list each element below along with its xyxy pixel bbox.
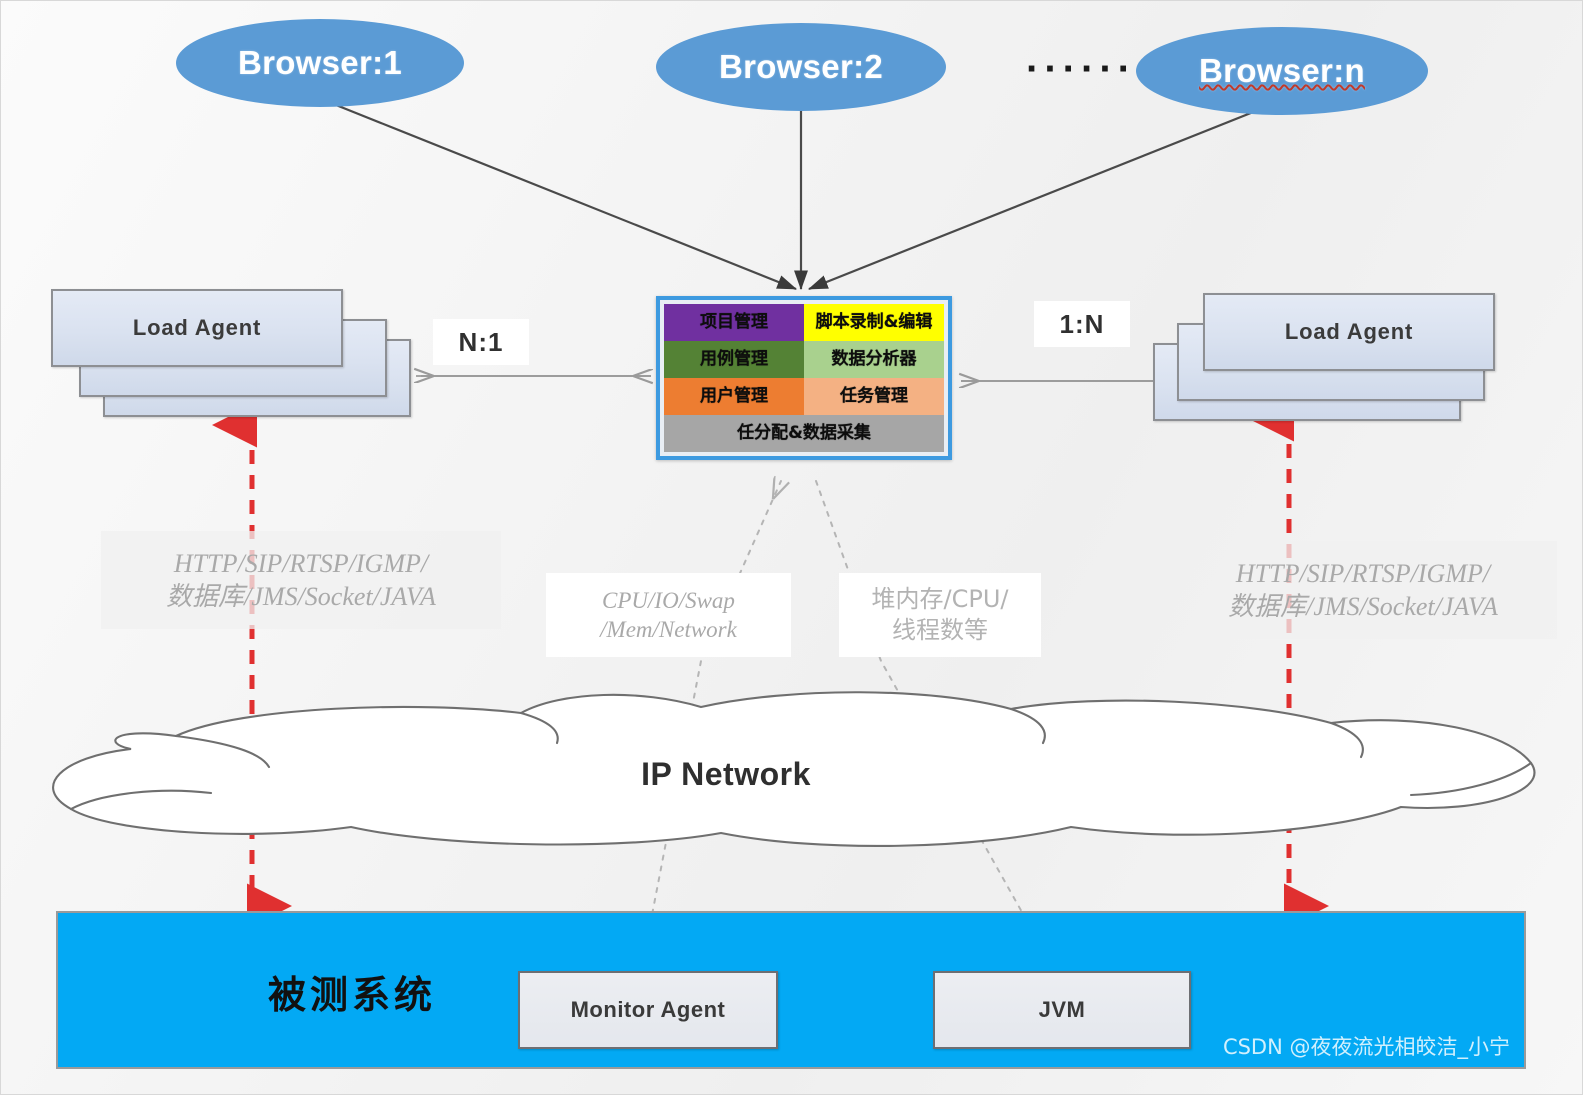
ratio-chip-left: N:1 <box>433 319 529 365</box>
browser-node-1-label: Browser:1 <box>237 44 403 81</box>
browser-node-2[interactable]: Browser:2 <box>656 23 946 111</box>
controller-cell-testcase-management[interactable]: 用例管理 <box>664 341 804 378</box>
load-agent-left-label: Load Agent <box>132 315 262 340</box>
controller-cell-script-record-edit[interactable]: 脚本录制&编辑 <box>804 304 944 341</box>
ratio-chip-right: 1:N <box>1034 301 1130 347</box>
controller-cell-task-dispatch-data-collect[interactable]: 任分配&数据采集 <box>664 415 944 452</box>
jvm-label: JVM <box>1038 997 1086 1022</box>
controller-module-grid: 项目管理 脚本录制&编辑 用例管理 数据分析器 用户管理 任务管理 任分配&数据采集 <box>664 304 944 452</box>
metric-caption-os: CPU/IO/Swap /Mem/Network <box>546 573 791 657</box>
load-agent-stack-right[interactable]: Load Agent <box>1153 293 1513 423</box>
protocol-caption-right-line1: HTTP/SIP/RTSP/IGMP/ <box>1235 558 1491 588</box>
load-agent-left-card-1: Load Agent <box>51 289 343 367</box>
load-agent-right-card-1: Load Agent <box>1203 293 1495 371</box>
browser-ellipsis: ······ <box>1026 47 1136 91</box>
load-agent-right-label: Load Agent <box>1284 319 1414 344</box>
browser-to-controller-links <box>320 97 1282 291</box>
protocol-caption-right: HTTP/SIP/RTSP/IGMP/ 数据库/JMS/Socket/JAVA <box>1169 541 1557 639</box>
controller-cell-project-management[interactable]: 项目管理 <box>664 304 804 341</box>
metric-caption-jvm: 堆内存/CPU/ 线程数等 <box>839 573 1041 657</box>
metric-caption-os-line1: CPU/IO/Swap <box>602 587 735 613</box>
metric-caption-os-line2: /Mem/Network <box>600 617 737 642</box>
protocol-caption-left-line1: HTTP/SIP/RTSP/IGMP/ <box>173 548 429 578</box>
controller-cell-user-management[interactable]: 用户管理 <box>664 378 804 415</box>
jvm-box[interactable]: JVM <box>933 971 1191 1049</box>
controller-cell-task-management[interactable]: 任务管理 <box>804 378 944 415</box>
system-under-test-panel: 被测系统 Monitor Agent JVM CSDN @夜夜流光相皎洁_小宁 <box>56 911 1526 1069</box>
protocol-caption-right-line2: 数据库/JMS/Socket/JAVA <box>1228 592 1498 621</box>
controller-box[interactable]: 项目管理 脚本录制&编辑 用例管理 数据分析器 用户管理 任务管理 任分配&数据采集 <box>656 296 952 460</box>
browser-node-2-label: Browser:2 <box>718 48 884 85</box>
browser-node-1[interactable]: Browser:1 <box>176 19 464 107</box>
metric-caption-jvm-line1: 堆内存/CPU/ <box>871 585 1009 614</box>
browser-node-n-label: Browser:n <box>1199 52 1365 89</box>
browser-node-n[interactable]: Browser:n <box>1136 27 1428 115</box>
controller-cell-data-analyzer[interactable]: 数据分析器 <box>804 341 944 378</box>
csdn-watermark: CSDN @夜夜流光相皎洁_小宁 <box>1222 1035 1510 1059</box>
load-traffic-links <box>212 396 1329 929</box>
monitor-agent-box[interactable]: Monitor Agent <box>518 971 778 1049</box>
diagram-canvas: Browser:1 Browser:2 ······ Browser:n Loa… <box>0 0 1583 1095</box>
protocol-caption-left-line2: 数据库/JMS/Socket/JAVA <box>166 582 436 611</box>
monitor-data-links <box>645 481 1041 946</box>
monitor-agent-label: Monitor Agent <box>570 997 726 1022</box>
ip-network-label: IP Network <box>641 755 811 792</box>
load-agent-stack-left[interactable]: Load Agent <box>51 289 411 419</box>
metric-caption-jvm-line2: 线程数等 <box>892 616 988 644</box>
protocol-caption-left: HTTP/SIP/RTSP/IGMP/ 数据库/JMS/Socket/JAVA <box>101 531 501 629</box>
